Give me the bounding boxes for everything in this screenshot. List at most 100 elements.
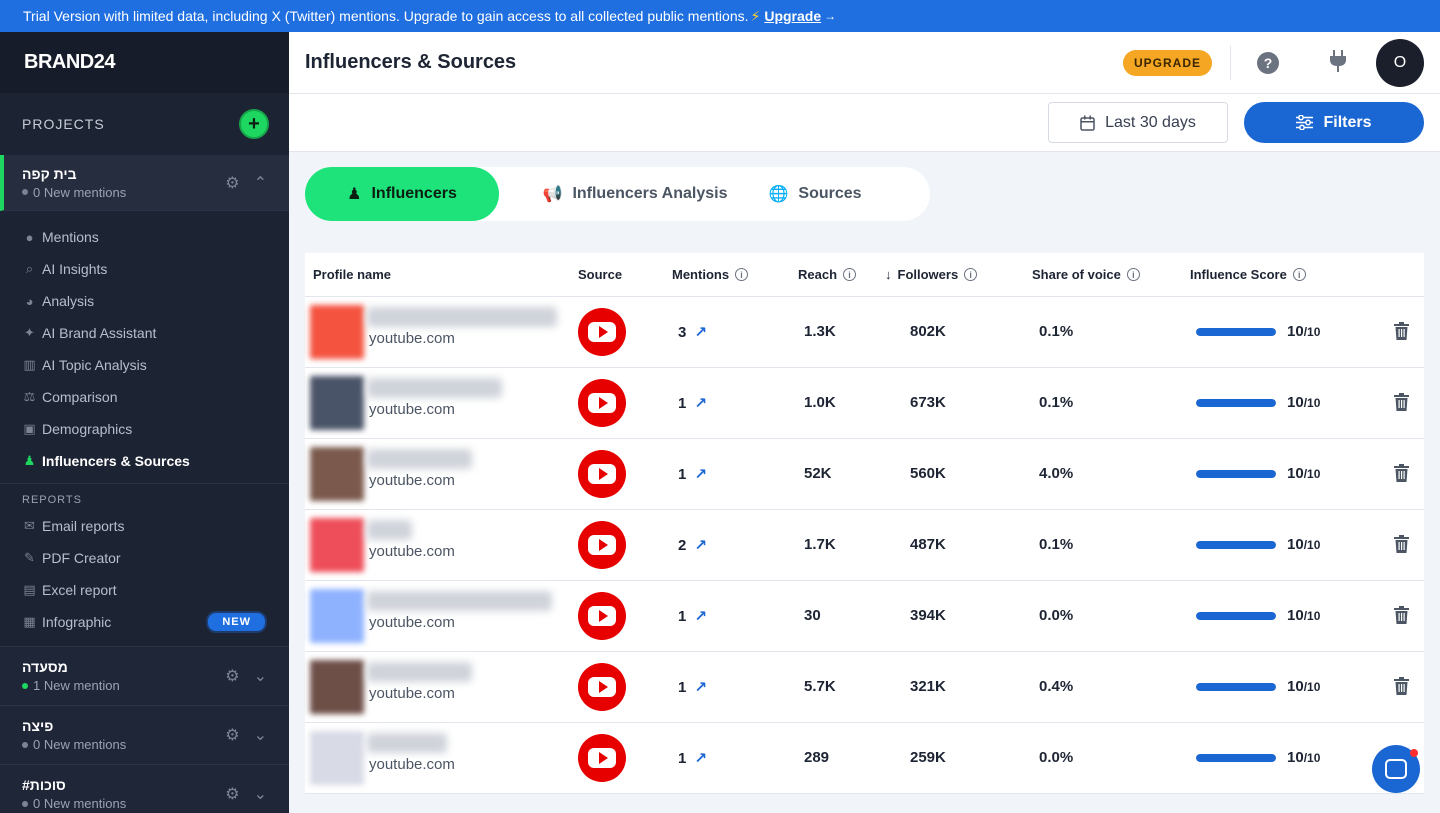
project-item[interactable]: מסעדה 1 New mention ⚙ ⌄ [0,646,289,705]
col-profile-name[interactable]: Profile name [313,267,391,282]
nav-item-demographics[interactable]: ▣ Demographics [0,413,289,445]
table-row[interactable]: youtube.com 1 ↗ 30 394K 0.0% 10/10 [305,581,1424,652]
project-item[interactable]: #סוכות 0 New mentions ⚙ ⌄ [0,764,289,813]
mentions-count: 1 [678,749,687,767]
col-share-of-voice[interactable]: Share of voice i [1032,267,1140,282]
chevron-down-icon[interactable]: ⌄ [254,725,267,745]
upgrade-link[interactable]: Upgrade [764,8,821,24]
external-link-icon[interactable]: ↗ [694,607,707,625]
brand-logo[interactable]: BRAND24 [0,32,289,93]
date-range-button[interactable]: Last 30 days [1048,102,1228,143]
new-badge: NEW [206,611,267,633]
tab-sources[interactable]: 🌐 Sources [768,167,861,221]
upgrade-button[interactable]: UPGRADE [1123,50,1212,76]
project-item[interactable]: פיצה 0 New mentions ⚙ ⌄ [0,705,289,764]
info-icon[interactable]: i [1292,268,1306,281]
nav-item-analysis[interactable]: ◕ Analysis [0,285,289,317]
help-icon[interactable]: ? [1257,52,1279,74]
mentions-cell[interactable]: 1 ↗ [678,749,707,768]
nav-item-pdf-creator[interactable]: ✎ PDF Creator [0,542,289,574]
add-project-button[interactable]: + [239,109,269,139]
filters-button[interactable]: Filters [1244,102,1424,143]
trash-icon[interactable] [1394,464,1409,482]
profile-avatar[interactable] [310,376,364,430]
table-row[interactable]: youtube.com 1 ↗ 5.7K 321K 0.4% 10/10 [305,652,1424,723]
mentions-cell[interactable]: 1 ↗ [678,394,707,413]
score-max: /10 [1303,751,1321,765]
profile-avatar[interactable] [310,447,364,501]
info-icon[interactable]: i [735,268,749,281]
mentions-cell[interactable]: 2 ↗ [678,536,707,555]
nav-item-comparison[interactable]: ⚖ Comparison [0,381,289,413]
ai-search-icon: ⌕ [25,261,34,276]
col-followers[interactable]: ↓ Followers i [885,267,978,282]
mentions-cell[interactable]: 3 ↗ [678,323,707,342]
gear-icon[interactable]: ⚙ [225,725,239,745]
external-link-icon[interactable]: ↗ [694,465,707,483]
influence-score: 10/10 [1287,536,1320,553]
influence-score: 10/10 [1287,607,1320,624]
info-icon[interactable]: i [964,268,978,281]
table-row[interactable]: youtube.com 1 ↗ 52K 560K 4.0% 10/10 [305,439,1424,510]
col-influence-score[interactable]: Influence Score i [1190,267,1306,282]
gear-icon[interactable]: ⚙ [225,784,239,804]
mentions-cell[interactable]: 1 ↗ [678,607,707,626]
tab-label: Influencers [371,185,457,202]
trash-icon[interactable] [1394,322,1409,340]
external-link-icon[interactable]: ↗ [694,394,707,412]
col-source[interactable]: Source [578,267,622,282]
nav-item-ai-brand-assistant[interactable]: ✦ AI Brand Assistant [0,317,289,349]
external-link-icon[interactable]: ↗ [694,678,707,696]
table-row[interactable]: youtube.com 1 ↗ 1.0K 673K 0.1% 10/10 [305,368,1424,439]
mentions-cell[interactable]: 1 ↗ [678,678,707,697]
influence-score-bar [1196,754,1276,762]
col-mentions[interactable]: Mentions i [672,267,749,282]
trash-icon[interactable] [1394,677,1409,695]
mentions-count: 1 [678,678,687,696]
tab-influencers-analysis[interactable]: 📢 Influencers Analysis [499,167,771,221]
info-icon[interactable]: i [843,268,857,281]
project-name: #סוכות [22,777,66,793]
score-max: /10 [1303,609,1321,623]
chevron-down-icon[interactable]: ⌄ [254,784,267,804]
trash-icon[interactable] [1394,535,1409,553]
profile-avatar[interactable] [310,660,364,714]
score-max: /10 [1303,325,1321,339]
nav-item-excel-report[interactable]: ▤ Excel report [0,574,289,606]
chevron-up-icon[interactable]: ⌃ [254,173,267,193]
gear-icon[interactable]: ⚙ [225,173,239,193]
nav-item-ai-topic-analysis[interactable]: ▥ AI Topic Analysis [0,349,289,381]
external-link-icon[interactable]: ↗ [694,749,707,767]
profile-avatar[interactable] [310,305,364,359]
mentions-count: 2 [678,536,687,554]
table-row[interactable]: youtube.com 2 ↗ 1.7K 487K 0.1% 10/10 [305,510,1424,581]
influence-score-bar [1196,399,1276,407]
trash-icon[interactable] [1394,393,1409,411]
table-row[interactable]: youtube.com 1 ↗ 289 259K 0.0% 10/10 [305,723,1424,794]
profile-avatar[interactable] [310,518,364,572]
nav-item-ai-insights[interactable]: ⌕ AI Insights [0,253,289,285]
nav-item-email-reports[interactable]: ✉ Email reports [0,510,289,542]
external-link-icon[interactable]: ↗ [694,536,707,554]
col-reach[interactable]: Reach i [798,267,857,282]
external-link-icon[interactable]: ↗ [694,323,707,341]
nav-item-infographic[interactable]: ▦ Infographic NEW [0,606,289,638]
trash-icon[interactable] [1394,606,1409,624]
chevron-down-icon[interactable]: ⌄ [254,666,267,686]
active-project[interactable]: בית קפה 0 New mentions ⚙ ⌃ [0,155,289,211]
profile-avatar[interactable] [310,731,364,785]
avatar[interactable]: O [1376,39,1424,87]
info-icon[interactable]: i [1126,268,1140,281]
plug-icon[interactable] [1329,50,1347,78]
mentions-cell[interactable]: 1 ↗ [678,465,707,484]
gear-icon[interactable]: ⚙ [225,666,239,686]
table-row[interactable]: youtube.com 3 ↗ 1.3K 802K 0.1% 10/10 [305,297,1424,368]
nav-item-influencers-sources[interactable]: ♟ Influencers & Sources [0,445,289,477]
nav-item-mentions[interactable]: ● Mentions [0,221,289,253]
profile-avatar[interactable] [310,589,364,643]
profile-name-redacted [367,520,412,540]
tab-influencers[interactable]: ♟ Influencers [305,167,499,221]
filter-bar: Last 30 days Filters [289,94,1440,152]
chat-button[interactable] [1372,745,1420,793]
influence-score: 10/10 [1287,749,1320,766]
